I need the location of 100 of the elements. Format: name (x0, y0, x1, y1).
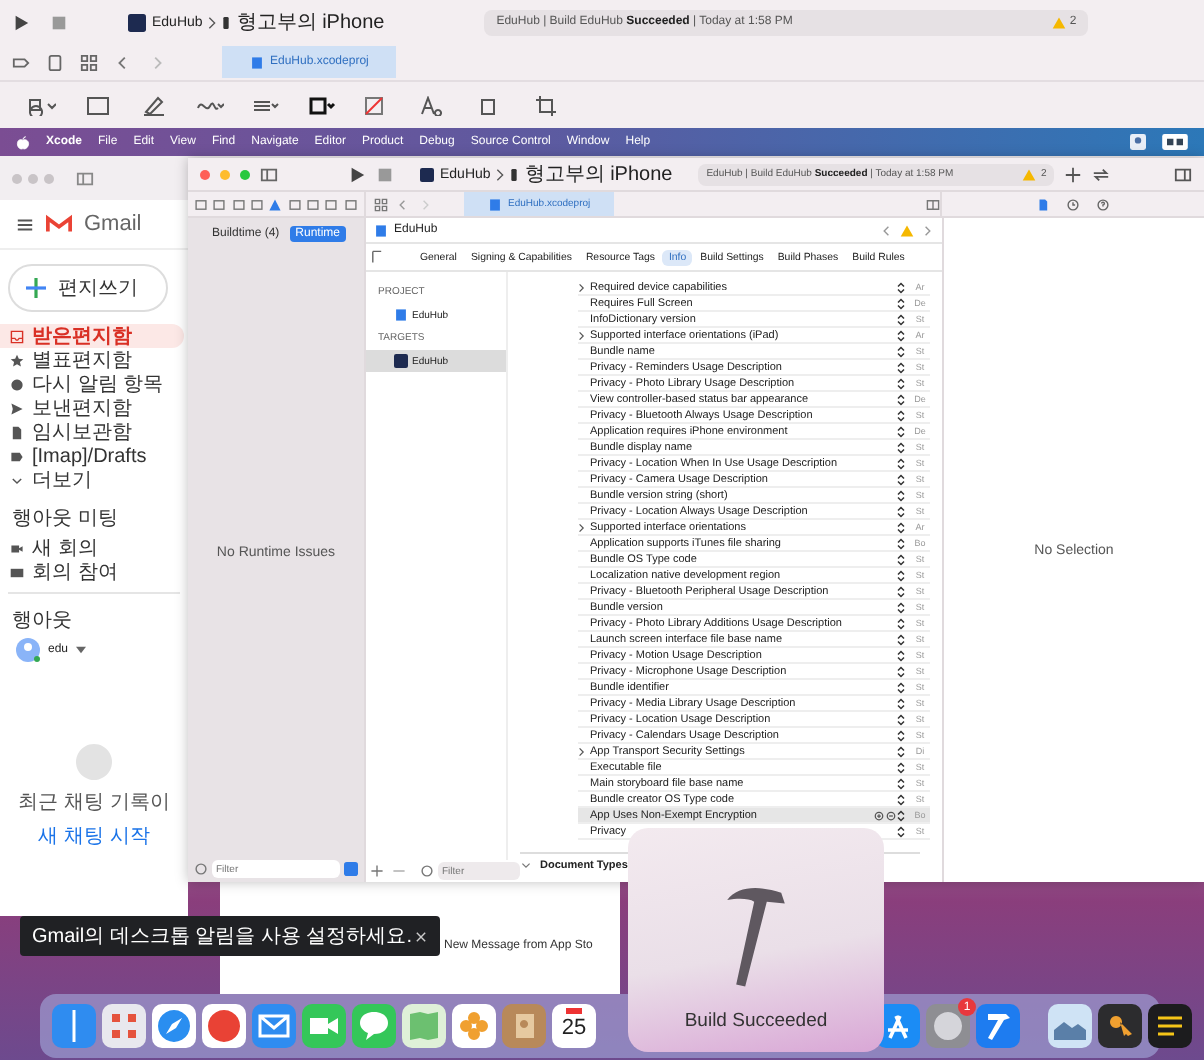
window-close-button[interactable] (200, 169, 210, 179)
note-icon[interactable] (1148, 1004, 1192, 1048)
folder-item[interactable]: [Imap]/Drafts (0, 444, 184, 468)
chat-bubble-icon (74, 742, 114, 782)
sidebar-toggle-icon[interactable] (76, 169, 94, 187)
stepper-icon[interactable] (896, 713, 906, 725)
stepper-icon[interactable] (896, 489, 906, 501)
folder-item[interactable]: 다시 알림 항목 (0, 372, 184, 396)
folder-item[interactable]: 임시보관함 (0, 420, 184, 444)
folder-item[interactable]: 더보기 (0, 468, 184, 492)
stepper-icon[interactable] (896, 361, 906, 373)
stepper-icon[interactable] (896, 825, 906, 837)
stepper-icon[interactable] (896, 457, 906, 469)
sidebar-toggle-icon[interactable] (260, 165, 278, 183)
stepper-icon[interactable] (896, 329, 906, 341)
stepper-icon[interactable] (896, 281, 906, 293)
plus-icon[interactable] (1064, 165, 1083, 183)
user-icon[interactable] (1130, 134, 1146, 150)
stepper-icon[interactable] (896, 777, 906, 789)
stepper-icon[interactable] (896, 649, 906, 661)
stepper-icon[interactable] (896, 505, 906, 517)
stepper-icon[interactable] (896, 617, 906, 629)
stepper-icon[interactable] (896, 473, 906, 485)
shapes-icon[interactable] (28, 96, 56, 116)
stepper-icon[interactable] (896, 809, 906, 821)
stepper-icon[interactable] (896, 393, 906, 405)
chevron-down-icon (10, 473, 24, 487)
split-editor-icon[interactable] (926, 197, 940, 211)
stepper-icon[interactable] (896, 697, 906, 709)
help-icon[interactable] (1096, 197, 1110, 211)
tag-icon[interactable] (12, 53, 30, 71)
lines-icon[interactable] (252, 96, 280, 116)
folder-item[interactable]: 받은편지함 (0, 324, 184, 348)
plus-icon[interactable] (370, 864, 384, 878)
grid-icon[interactable] (374, 197, 388, 211)
swap-arrows-icon[interactable] (1092, 165, 1111, 183)
map-icon[interactable] (402, 1004, 446, 1048)
stepper-icon[interactable] (896, 793, 906, 805)
key-icon[interactable] (1098, 1004, 1142, 1048)
remove-circle-icon[interactable] (886, 809, 896, 821)
new-chat-link[interactable]: 새 채팅 시작 (38, 822, 150, 850)
stepper-icon[interactable] (896, 729, 906, 741)
video-camera-icon[interactable] (302, 1004, 346, 1048)
signature-icon[interactable] (196, 96, 224, 116)
document-icon[interactable] (46, 53, 64, 71)
font-icon[interactable] (420, 96, 448, 116)
device-name[interactable]: 형고부의 iPhone (524, 160, 673, 188)
pen-icon[interactable] (140, 96, 168, 116)
text-box-icon[interactable] (84, 96, 112, 116)
caret-icon[interactable] (76, 646, 87, 654)
meet-item[interactable]: 새 회의 (0, 536, 184, 560)
stepper-icon[interactable] (896, 425, 906, 437)
play-icon[interactable] (348, 165, 366, 183)
photo-thumbnail-icon[interactable] (1048, 1004, 1092, 1048)
stepper-icon[interactable] (896, 601, 906, 613)
grid-icon[interactable] (102, 1004, 146, 1048)
border-color-icon[interactable] (308, 96, 336, 116)
crop-icon[interactable] (532, 96, 560, 116)
envelope-icon[interactable] (252, 1004, 296, 1048)
app-icon (394, 354, 408, 368)
stepper-icon[interactable] (896, 553, 906, 565)
stepper-icon[interactable] (896, 633, 906, 645)
flower-icon[interactable] (452, 1004, 496, 1048)
compose-button[interactable]: 편지쓰기 (8, 264, 168, 312)
document-icon (10, 425, 24, 439)
stepper-icon[interactable] (896, 537, 906, 549)
avatar-icon[interactable] (16, 638, 40, 662)
menu-icon[interactable] (16, 215, 34, 233)
folder-item[interactable]: 보낸편지함 (0, 396, 184, 420)
grid-icon[interactable] (80, 53, 98, 71)
device-name[interactable]: 형고부의 iPhone (236, 8, 385, 36)
stepper-icon[interactable] (896, 297, 906, 309)
stepper-icon[interactable] (896, 409, 906, 421)
stepper-icon[interactable] (896, 377, 906, 389)
speech-bubble-icon[interactable] (352, 1004, 396, 1048)
folder-item[interactable]: 별표편지함 (0, 348, 184, 372)
envelope-logo-icon[interactable] (46, 214, 72, 234)
stepper-icon[interactable] (896, 569, 906, 581)
compass-icon[interactable] (152, 1004, 196, 1048)
calendar-icon[interactable]: 25 (552, 1004, 596, 1048)
chevron-down-icon[interactable] (520, 862, 532, 870)
file-icon[interactable] (1036, 197, 1050, 211)
stepper-icon[interactable] (896, 665, 906, 677)
add-circle-icon[interactable] (874, 809, 884, 821)
stepper-icon[interactable] (896, 585, 906, 597)
stepper-icon[interactable] (896, 441, 906, 453)
stepper-icon[interactable] (896, 313, 906, 325)
warning-navigator-icon[interactable] (268, 197, 283, 211)
keyboard-input-icon[interactable] (1162, 134, 1188, 150)
apple-icon[interactable] (16, 135, 30, 149)
close-icon[interactable] (414, 929, 428, 943)
stepper-icon[interactable] (896, 761, 906, 773)
stepper-icon[interactable] (896, 745, 906, 757)
meet-item[interactable]: 회의 참여 (0, 560, 184, 584)
stepper-icon[interactable] (896, 521, 906, 533)
stepper-icon[interactable] (896, 681, 906, 693)
inspector-toggle-icon[interactable] (1174, 165, 1192, 183)
sidebar-toggle-icon[interactable] (370, 250, 384, 264)
play-icon[interactable] (12, 13, 30, 31)
stepper-icon[interactable] (896, 345, 906, 357)
